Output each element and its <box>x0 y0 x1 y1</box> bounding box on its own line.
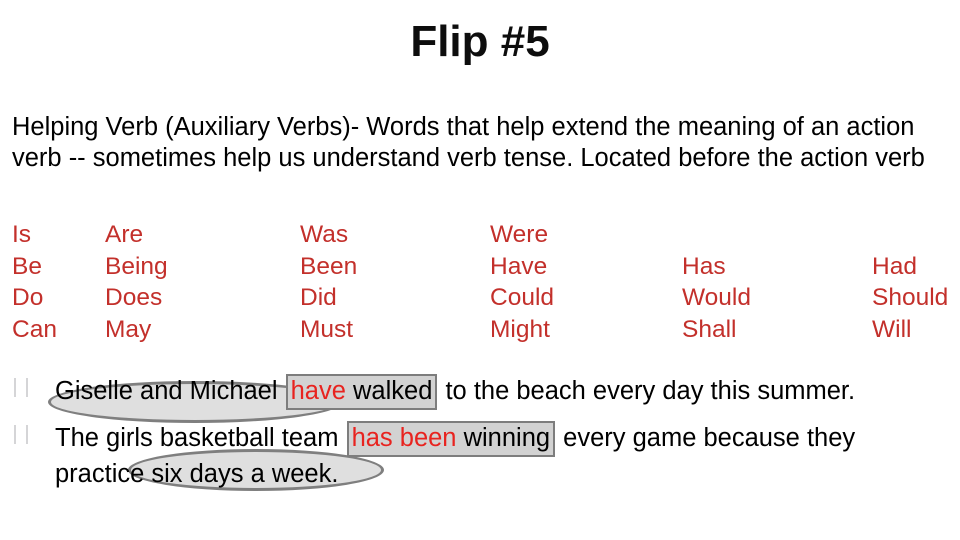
verb-word: Did <box>300 284 337 311</box>
verb-phrase-box: have walked <box>285 374 438 410</box>
verb-row: Do Does Did Could Would Should <box>0 283 960 315</box>
sentence-subject: Giselle and Michael <box>55 377 285 405</box>
example-sentence-list: Giselle and Michael have walked to the b… <box>0 374 960 492</box>
verb-word: Been <box>300 252 358 280</box>
verb-word: Could <box>490 284 555 311</box>
helping-verb-definition: Helping Verb (Auxiliary Verbs)- Words th… <box>12 113 925 172</box>
verb-phrase-box: has been winning <box>346 421 556 457</box>
verb-row: Is Are Was Were <box>0 220 960 252</box>
verb-word: Would <box>682 284 752 311</box>
verb-word: Be <box>12 252 42 280</box>
verb-word: Must <box>300 315 354 343</box>
verb-word: May <box>105 315 152 343</box>
helping-verb: has been <box>351 424 457 452</box>
verb-word: Have <box>490 252 548 280</box>
verb-word: Were <box>490 221 549 248</box>
main-verb: walked <box>345 377 433 405</box>
sentence-subject: The girls basketball team <box>55 424 346 452</box>
example-sentence-text: Giselle and Michael have walked to the b… <box>0 374 960 410</box>
verb-row: Can May Must Might Shall Will <box>0 315 960 347</box>
verb-word: Shall <box>682 315 737 343</box>
list-item: Giselle and Michael have walked to the b… <box>0 374 960 410</box>
verb-word: Has <box>682 252 726 280</box>
example-sentence-text: The girls basketball team has been winni… <box>0 421 960 492</box>
helping-verb-word-grid: Is Are Was Were Be Being Been Have Has H… <box>0 220 960 346</box>
verb-word: Might <box>490 315 550 343</box>
verb-word: Can <box>12 315 57 343</box>
main-verb: winning <box>456 424 551 452</box>
helping-verb: have <box>290 377 346 405</box>
verb-word: Do <box>12 284 44 311</box>
verb-word: Was <box>300 221 349 248</box>
verb-word: Will <box>872 315 912 343</box>
verb-word: Are <box>105 221 144 248</box>
verb-word: Is <box>12 221 32 248</box>
verb-word: Should <box>872 284 949 311</box>
verb-row: Be Being Been Have Has Had <box>0 252 960 284</box>
list-item: The girls basketball team has been winni… <box>0 421 960 492</box>
page-title: Flip #5 <box>410 17 550 66</box>
sentence-remainder: to the beach every day this summer. <box>438 377 856 405</box>
verb-word: Had <box>872 252 917 280</box>
verb-word: Does <box>105 284 163 311</box>
verb-word: Being <box>105 252 168 280</box>
